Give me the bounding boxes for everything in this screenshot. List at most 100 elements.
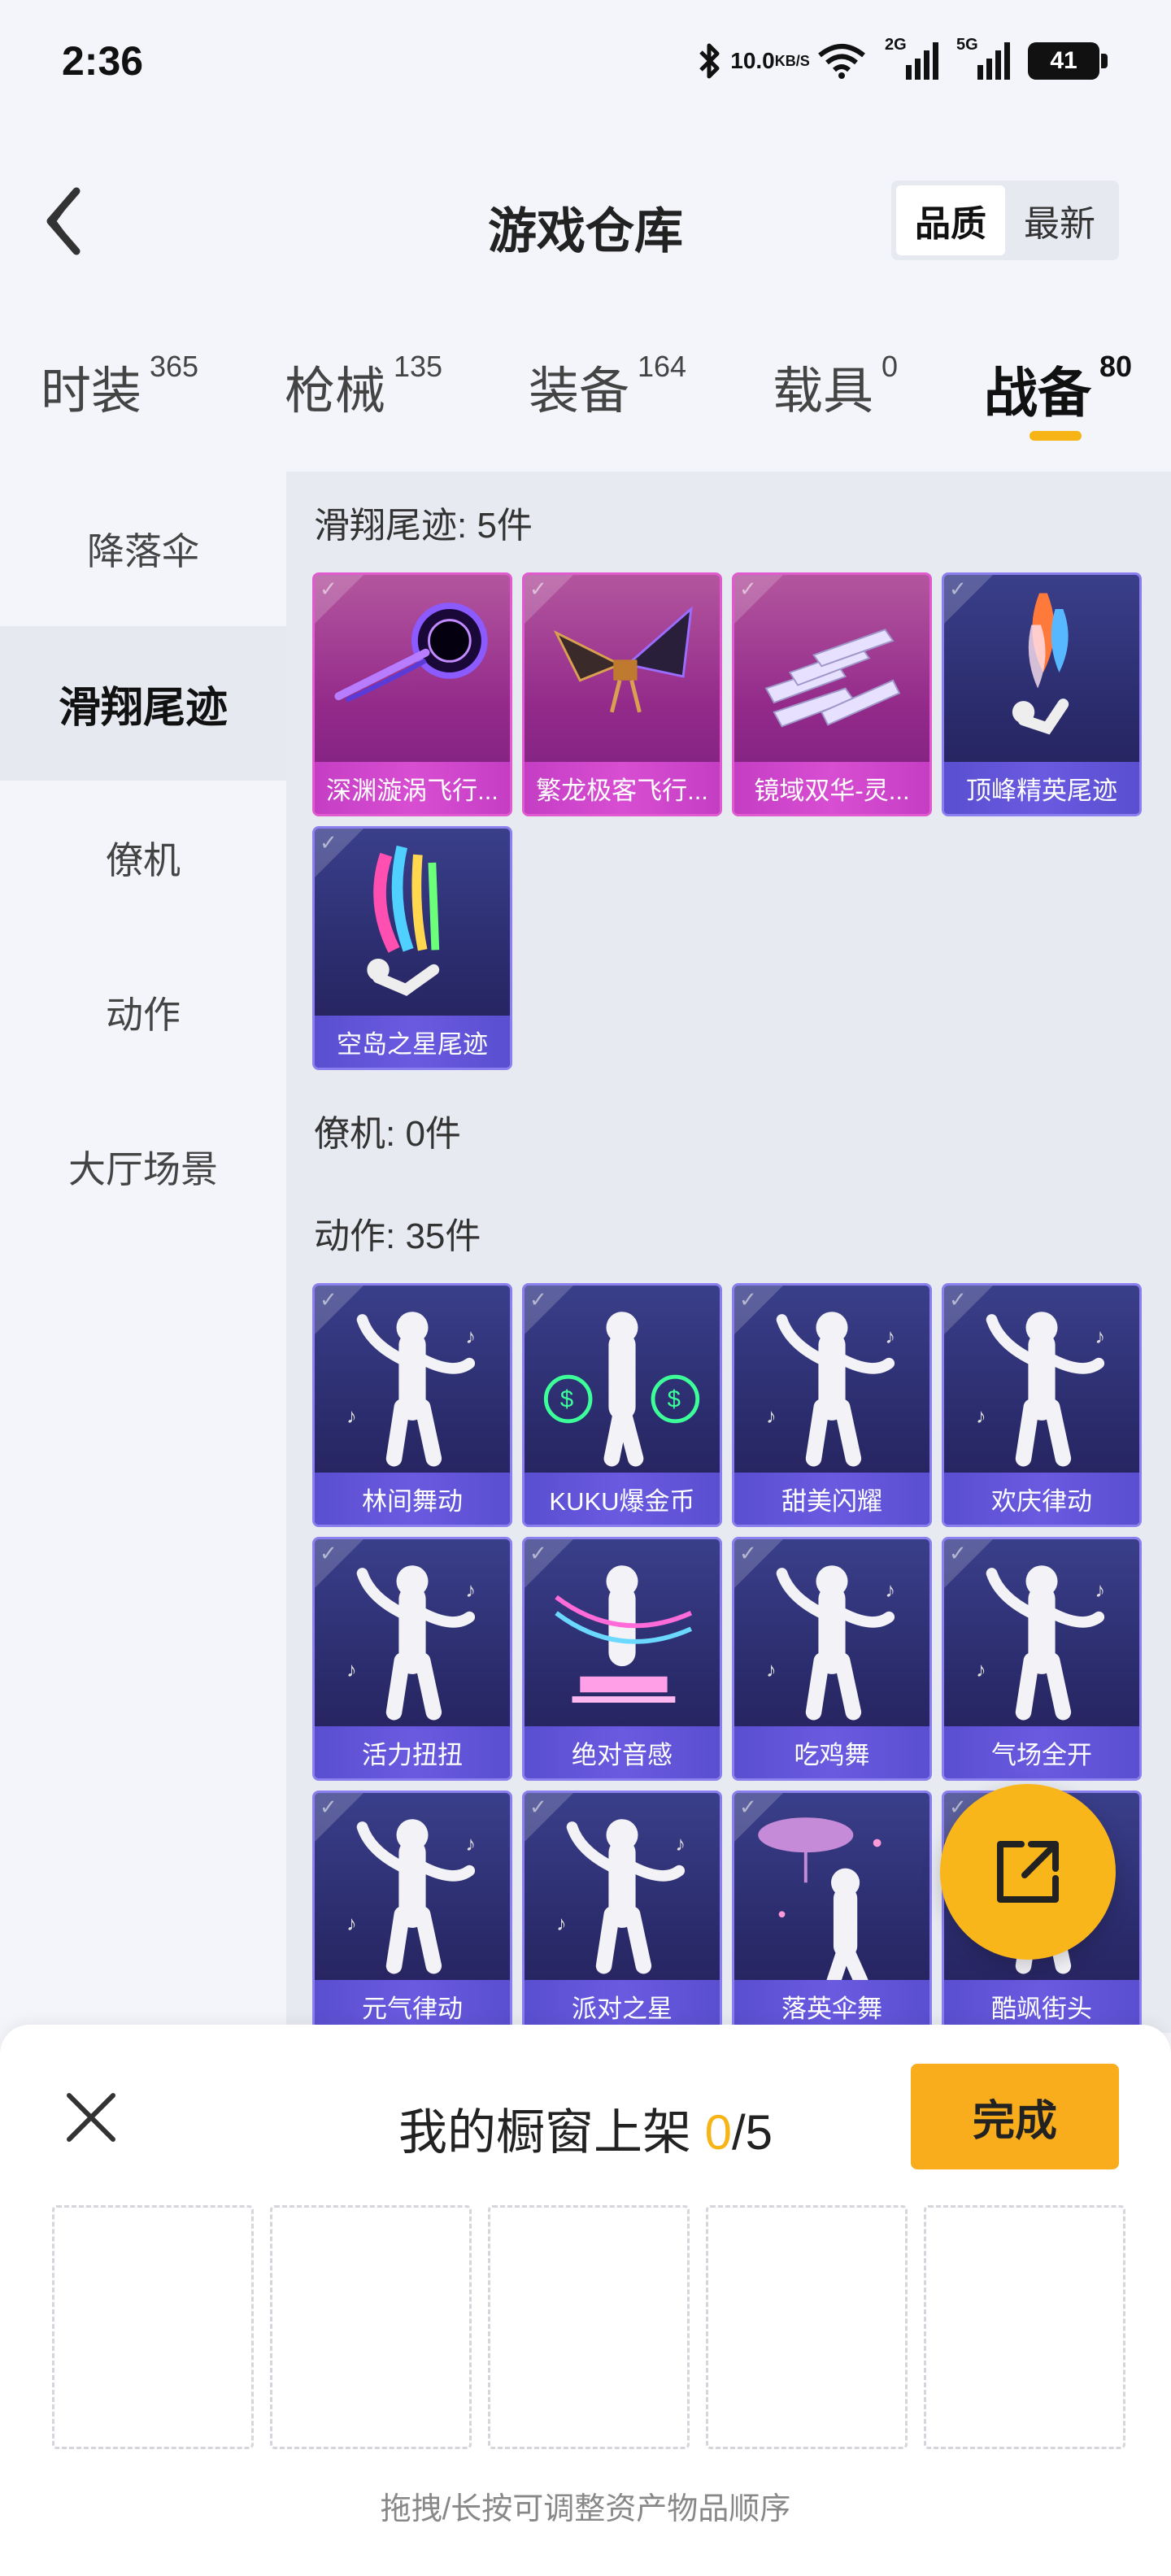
sort-toggle: 品质 最新 (891, 181, 1119, 260)
umbrella-dance-icon (734, 1793, 929, 1989)
done-button[interactable]: 完成 (911, 2064, 1119, 2169)
cell-signal-icon-2: 5G (956, 36, 1010, 81)
showcase-slot[interactable] (706, 2205, 908, 2449)
tab-vehicles[interactable]: 载具 0 (773, 350, 898, 423)
item-card[interactable]: ✓ 绝对音感 (522, 1537, 722, 1781)
section-title-wingman: 僚机: 0件 (314, 1114, 461, 1154)
section-title-emotes: 动作: 35件 (314, 1216, 481, 1256)
item-card[interactable]: ✓ 繁龙极客飞行... (522, 572, 722, 816)
svg-text:♪: ♪ (1095, 1325, 1105, 1348)
sort-latest-button[interactable]: 最新 (1005, 185, 1114, 255)
rainbow-trail-icon (315, 829, 510, 1024)
sidebar-item-glide-trail[interactable]: 滑翔尾迹 (0, 626, 286, 781)
tab-label: 装备 (529, 363, 630, 420)
status-time: 2:36 (62, 38, 144, 84)
svg-text:♪: ♪ (976, 1405, 986, 1428)
item-card[interactable]: ✓ $ $ KUKU爆金币 (522, 1283, 722, 1527)
sort-quality-button[interactable]: 品质 (896, 185, 1005, 255)
net-speed-value: 10.0 (730, 48, 775, 73)
svg-text:♪: ♪ (465, 1579, 476, 1602)
item-card[interactable]: ✓ 空岛之星尾迹 (312, 826, 512, 1070)
showcase-slot[interactable] (488, 2205, 690, 2449)
bluetooth-icon (696, 41, 724, 81)
showcase-current-count: 0 (704, 2105, 732, 2160)
svg-text:$: $ (560, 1386, 573, 1412)
tab-label: 战备 (984, 363, 1091, 423)
sidebar-item-emotes[interactable]: 动作 (0, 935, 286, 1090)
tab-count: 135 (394, 350, 443, 383)
svg-text:♪: ♪ (885, 1325, 895, 1348)
item-card[interactable]: ✓ ♪ ♪ 甜美闪耀 (732, 1283, 932, 1527)
showcase-title-text: 我的橱窗上架 (398, 2105, 705, 2160)
item-label: 林间舞动 (315, 1473, 510, 1525)
dance-pose-icon: ♪♪ (525, 1793, 720, 1988)
signal-label-5g: 5G (956, 36, 978, 54)
tab-combat-gear[interactable]: 战备 80 (984, 350, 1132, 428)
tab-fashion[interactable]: 时装 365 (41, 350, 198, 423)
svg-text:♪: ♪ (766, 1405, 777, 1428)
sidebar-item-parachute[interactable]: 降落伞 (0, 472, 286, 626)
svg-text:♪: ♪ (346, 1912, 357, 1935)
sidebar-item-lobby-scene[interactable]: 大厅场景 (0, 1090, 286, 1244)
showcase-sheet: 我的橱窗上架 0/5 完成 拖拽/长按可调整资产物品顺序 (0, 2025, 1171, 2576)
battery-icon: 41 (1028, 42, 1108, 80)
dance-pose-icon: ♪♪ (315, 1793, 510, 1988)
svg-text:♪: ♪ (976, 1659, 986, 1682)
sidebar: 降落伞 滑翔尾迹 僚机 动作 大厅场景 (0, 472, 286, 2033)
category-tabs: 时装 365 枪械 135 装备 164 载具 0 战备 80 (0, 342, 1171, 455)
item-card[interactable]: ✓ ♪ ♪ 元气律动 (312, 1791, 512, 2033)
item-label: 甜美闪耀 (734, 1473, 929, 1525)
item-card[interactable]: ✓ ♪ ♪ 林间舞动 (312, 1283, 512, 1527)
sidebar-item-wingman[interactable]: 僚机 (0, 781, 286, 935)
svg-text:♪: ♪ (885, 1579, 895, 1602)
item-card[interactable]: ✓ 顶峰精英尾迹 (942, 572, 1142, 816)
tab-label: 载具 (773, 363, 874, 420)
item-label: 绝对音感 (525, 1726, 720, 1778)
wifi-icon (816, 42, 867, 80)
showcase-slot[interactable] (52, 2205, 254, 2449)
cell-signal-icon: 2G (885, 36, 938, 81)
item-label: 顶峰精英尾迹 (944, 762, 1139, 814)
svg-text:♪: ♪ (1095, 1579, 1105, 1602)
status-icons: 10.0 KB/S 2G 5G 41 (696, 36, 1108, 86)
tab-label: 时装 (41, 363, 142, 420)
svg-text:♪: ♪ (346, 1405, 357, 1428)
item-label: KUKU爆金币 (525, 1473, 720, 1525)
item-card[interactable]: ✓ 深渊漩涡飞行... (312, 572, 512, 816)
item-card[interactable]: ✓ ♪ ♪ 气场全开 (942, 1537, 1142, 1781)
item-card[interactable]: ✓ ♪ ♪ 活力扭扭 (312, 1537, 512, 1781)
share-float-button[interactable] (940, 1784, 1116, 1960)
item-label: 繁龙极客飞行... (525, 762, 720, 814)
dance-pose-icon: ♪♪ (944, 1539, 1139, 1734)
showcase-slot[interactable] (924, 2205, 1125, 2449)
item-card[interactable]: ✓ ♪ ♪ 欢庆律动 (942, 1283, 1142, 1527)
item-card[interactable]: ✓ 落英伞舞 (732, 1791, 932, 2033)
item-card[interactable]: ✓ ♪ ♪ 吃鸡舞 (732, 1537, 932, 1781)
item-card[interactable]: ✓ 镜域双华-灵... (732, 572, 932, 816)
section-title-glide-trail: 滑翔尾迹: 5件 (314, 506, 533, 546)
dance-pose-icon: ♪♪ (734, 1539, 929, 1734)
crystal-shards-icon (734, 575, 929, 770)
svg-text:♪: ♪ (346, 1659, 357, 1682)
piano-dance-icon (525, 1539, 720, 1734)
tab-guns[interactable]: 枪械 135 (285, 350, 442, 423)
status-bar: 2:36 10.0 KB/S 2G 5G 41 (0, 0, 1171, 130)
dance-pose-icon: ♪♪ (315, 1286, 510, 1481)
tab-count: 365 (150, 350, 199, 383)
money-bag-icon: $ $ (525, 1286, 720, 1481)
item-label: 深渊漩涡飞行... (315, 762, 510, 814)
svg-text:$: $ (668, 1386, 681, 1412)
item-label: 活力扭扭 (315, 1726, 510, 1778)
reorder-hint: 拖拽/长按可调整资产物品顺序 (380, 2492, 791, 2526)
showcase-slot[interactable] (270, 2205, 472, 2449)
showcase-total: /5 (732, 2105, 773, 2160)
tab-label: 枪械 (285, 363, 386, 420)
header: 游戏仓库 品质 最新 (0, 163, 1171, 285)
tab-equipment[interactable]: 装备 164 (529, 350, 686, 423)
item-card[interactable]: ✓ ♪ ♪ 派对之星 (522, 1791, 722, 2033)
item-label: 镜域双华-灵... (734, 762, 929, 814)
svg-text:♪: ♪ (465, 1833, 476, 1856)
tab-count: 0 (882, 350, 899, 383)
net-speed-unit: KB/S (774, 53, 810, 69)
item-label: 吃鸡舞 (734, 1726, 929, 1778)
